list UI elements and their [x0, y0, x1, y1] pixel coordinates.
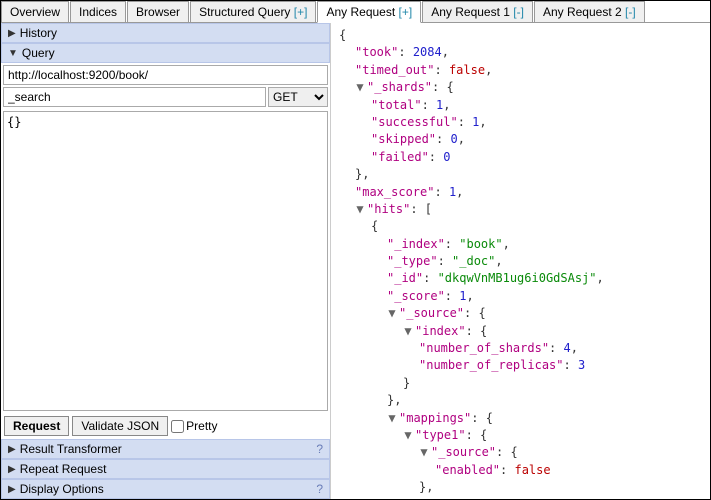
- tab-any-request[interactable]: Any Request [+]: [317, 1, 421, 23]
- tab-structured-query[interactable]: Structured Query [+]: [190, 1, 316, 22]
- method-select[interactable]: GET: [268, 87, 328, 107]
- pretty-label[interactable]: Pretty: [171, 419, 217, 433]
- section-history[interactable]: ▶History: [1, 23, 330, 43]
- collapse-icon[interactable]: ▼: [355, 79, 365, 96]
- collapse-icon[interactable]: ▼: [387, 305, 397, 322]
- json-output: { "took": 2084, "timed_out": false, ▼"_s…: [331, 23, 710, 499]
- body-textarea[interactable]: {}: [3, 111, 328, 411]
- section-display-options[interactable]: ▶Display Options?: [1, 479, 330, 499]
- help-icon[interactable]: ?: [316, 442, 323, 456]
- section-query[interactable]: ▼Query: [1, 43, 330, 63]
- chevron-right-icon: ▶: [8, 484, 16, 495]
- section-result-transformer[interactable]: ▶Result Transformer?: [1, 439, 330, 459]
- add-icon: [+]: [399, 5, 413, 19]
- chevron-right-icon: ▶: [8, 28, 16, 39]
- collapse-icon[interactable]: ▼: [419, 444, 429, 461]
- collapse-icon[interactable]: ▼: [419, 497, 429, 499]
- add-icon: [+]: [294, 5, 308, 19]
- chevron-right-icon: ▶: [8, 464, 16, 475]
- collapse-icon[interactable]: ▼: [355, 201, 365, 218]
- tab-bar: Overview Indices Browser Structured Quer…: [1, 1, 710, 23]
- left-panel: ▶History ▼Query GET {} Request Validate …: [1, 23, 331, 499]
- request-button[interactable]: Request: [4, 416, 69, 436]
- section-repeat-request[interactable]: ▶Repeat Request: [1, 459, 330, 479]
- chevron-right-icon: ▶: [8, 444, 16, 455]
- url-input[interactable]: [3, 65, 328, 85]
- tab-any-request-1[interactable]: Any Request 1 [-]: [422, 1, 533, 22]
- collapse-icon[interactable]: ▼: [403, 323, 413, 340]
- chevron-down-icon: ▼: [8, 48, 18, 59]
- validate-json-button[interactable]: Validate JSON: [72, 416, 168, 436]
- pretty-checkbox[interactable]: [171, 420, 184, 433]
- action-input[interactable]: [3, 87, 266, 107]
- tab-indices[interactable]: Indices: [70, 1, 126, 22]
- collapse-icon[interactable]: ▼: [387, 410, 397, 427]
- tab-any-request-2[interactable]: Any Request 2 [-]: [534, 1, 645, 22]
- remove-icon: [-]: [513, 5, 524, 19]
- help-icon[interactable]: ?: [316, 482, 323, 496]
- remove-icon: [-]: [625, 5, 636, 19]
- tab-overview[interactable]: Overview: [1, 1, 69, 22]
- tab-browser[interactable]: Browser: [127, 1, 189, 22]
- collapse-icon[interactable]: ▼: [403, 427, 413, 444]
